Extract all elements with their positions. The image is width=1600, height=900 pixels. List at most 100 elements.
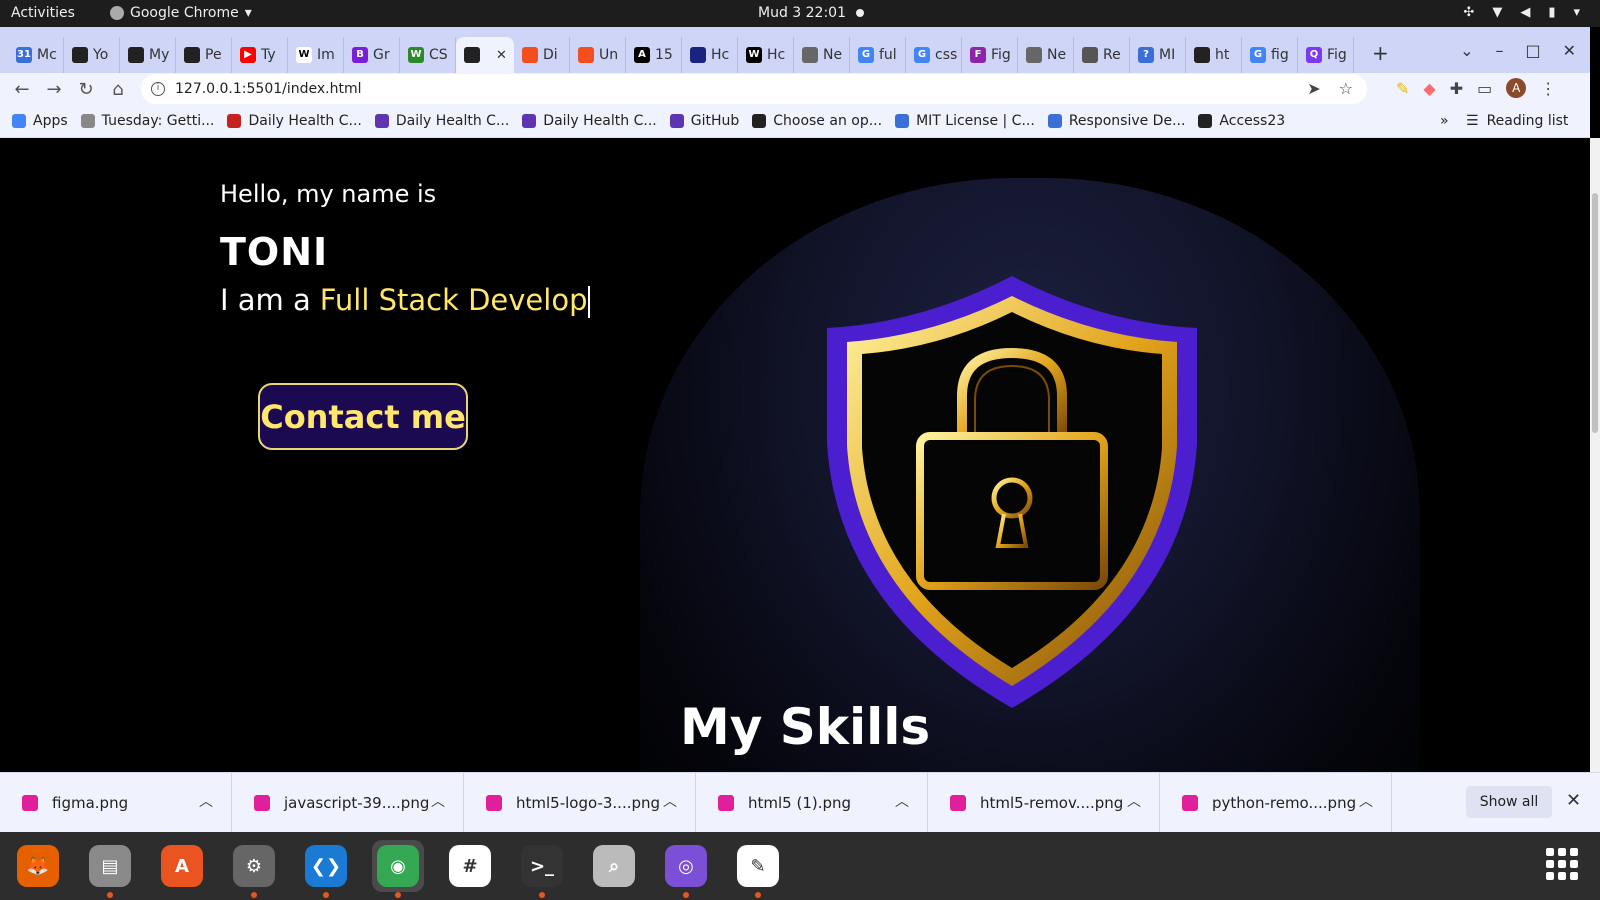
browser-tab[interactable]: ✕ [456, 37, 514, 73]
forward-button[interactable]: → [38, 79, 70, 100]
bookmark-star-icon[interactable]: ☆ [1339, 79, 1353, 98]
dock-network-icon[interactable]: ◎ [660, 840, 712, 898]
home-button[interactable]: ⌂ [102, 79, 134, 100]
tab-title: Pe [205, 47, 222, 63]
bookmark-item[interactable]: Responsive De... [1047, 113, 1185, 129]
browser-tab[interactable]: ▶ Ty [232, 37, 288, 73]
download-options-chevron-icon[interactable]: ︿ [1127, 791, 1141, 811]
power-menu-icon[interactable]: ▾ [1573, 5, 1580, 20]
browser-tab[interactable]: Pe [176, 37, 232, 73]
download-item[interactable]: javascript-39....png ︿ [232, 772, 464, 833]
slack-tray-icon[interactable]: ✣ [1463, 5, 1474, 20]
download-options-chevron-icon[interactable]: ︿ [1359, 791, 1373, 811]
site-info-icon[interactable]: i [151, 82, 165, 96]
browser-tab[interactable]: Gful [850, 37, 906, 73]
page-scrollbar[interactable] [1590, 138, 1600, 772]
download-item[interactable]: html5 (1).png ︿ [696, 772, 928, 833]
address-bar[interactable]: i 127.0.0.1:5501/index.html ➤ ☆ [141, 74, 1367, 104]
profile-avatar[interactable]: A [1506, 78, 1527, 98]
bookmark-item[interactable]: Daily Health C... [227, 113, 362, 129]
app-menu[interactable]: Google Chrome ▾ [110, 5, 252, 21]
browser-tab[interactable]: W Hc [738, 37, 794, 73]
download-filename: figma.png [52, 793, 129, 812]
browser-tab[interactable]: Yo [64, 37, 120, 73]
reload-button[interactable]: ↻ [70, 79, 102, 100]
reading-list-button[interactable]: ☰ Reading list [1466, 113, 1568, 129]
dock-slack-icon[interactable]: # [444, 840, 496, 892]
show-applications-icon[interactable] [1546, 848, 1578, 880]
browser-tab[interactable]: F Fig [962, 37, 1018, 73]
dock-text-editor-icon[interactable]: ✎ [732, 840, 784, 898]
browser-tab[interactable]: B Gr [344, 37, 400, 73]
show-all-downloads-button[interactable]: Show all [1466, 786, 1552, 818]
download-options-chevron-icon[interactable]: ︿ [431, 791, 445, 811]
back-button[interactable]: ← [6, 79, 38, 100]
dock-software-icon[interactable]: A [156, 840, 208, 892]
close-downloads-bar-button[interactable]: ✕ [1566, 790, 1581, 811]
dock-settings-icon[interactable]: ⚙ [228, 840, 280, 898]
browser-tab[interactable]: A 15 [626, 37, 682, 73]
bookmark-item[interactable]: Daily Health C... [522, 113, 657, 129]
browser-tab[interactable]: Gcss [906, 37, 962, 73]
tab-search-icon[interactable]: ⌄ [1460, 41, 1473, 60]
image-file-icon [950, 794, 966, 811]
bookmark-item[interactable]: Daily Health C... [374, 113, 509, 129]
browser-tab[interactable]: Di [514, 37, 570, 73]
activities-button[interactable]: Activities [11, 5, 75, 21]
scrollbar-thumb[interactable] [1592, 193, 1598, 433]
bookmarks-overflow-button[interactable]: » [1440, 113, 1449, 129]
browser-tab[interactable]: W Im [288, 37, 344, 73]
bookmark-item[interactable]: Access23 [1198, 113, 1285, 129]
browser-tab[interactable]: Hc [682, 37, 738, 73]
bookmark-favicon-icon [752, 114, 767, 128]
menu-kebab-icon[interactable]: ⋮ [1540, 79, 1556, 98]
new-tab-button[interactable]: + [1372, 41, 1389, 65]
bookmark-item[interactable]: Apps [12, 113, 68, 129]
close-tab-icon[interactable]: ✕ [496, 48, 507, 63]
browser-tab[interactable]: Q Fig [1298, 37, 1354, 73]
system-tray[interactable]: ✣ ▼ ◀ ▮ ▾ [1463, 5, 1580, 20]
download-item[interactable]: python-remo....png ︿ [1160, 772, 1392, 833]
dock-terminal-icon[interactable]: >_ [516, 840, 568, 898]
download-item[interactable]: figma.png ︿ [0, 772, 232, 833]
download-options-chevron-icon[interactable]: ︿ [895, 791, 909, 811]
browser-tab[interactable]: Ne [794, 37, 850, 73]
bookmark-favicon-icon [1198, 114, 1213, 128]
bookmark-item[interactable]: Choose an op... [752, 113, 882, 129]
browser-tab[interactable]: W CS [400, 37, 456, 73]
bookmark-item[interactable]: GitHub [669, 113, 739, 129]
tab-favicon-icon [464, 47, 480, 63]
browser-tab[interactable]: 31 Mc [8, 37, 64, 73]
download-options-chevron-icon[interactable]: ︿ [663, 791, 677, 811]
browser-tab[interactable]: My [120, 37, 176, 73]
clock[interactable]: Mud 3 22:01 [758, 5, 864, 21]
extension-icon[interactable]: ◆ [1423, 79, 1435, 98]
bookmark-item[interactable]: Tuesday: Getti... [80, 113, 214, 129]
browser-tab[interactable]: Un [570, 37, 626, 73]
browser-tab[interactable]: Re [1074, 37, 1130, 73]
download-item[interactable]: html5-logo-3....png ︿ [464, 772, 696, 833]
tab-title: fig [1271, 47, 1289, 63]
cast-icon[interactable]: ▭ [1477, 79, 1492, 98]
dock-files-icon[interactable]: ▤ [84, 840, 136, 898]
color-picker-extension-icon[interactable]: ✎ [1396, 79, 1409, 98]
dock-chrome-icon[interactable]: ◉ [372, 840, 424, 898]
browser-tab[interactable]: ht [1186, 37, 1242, 73]
puzzle-extensions-icon[interactable]: ✚ [1450, 79, 1463, 98]
maximize-button[interactable]: □ [1525, 41, 1540, 60]
browser-tab[interactable]: Ne [1018, 37, 1074, 73]
contact-me-button[interactable]: Contact me [258, 383, 468, 450]
browser-tab[interactable]: ? MI [1130, 37, 1186, 73]
tab-title: CS [429, 47, 448, 63]
dock-vscode-icon[interactable]: ❮❯ [300, 840, 352, 898]
minimize-button[interactable]: – [1495, 41, 1503, 60]
download-item[interactable]: html5-remov....png ︿ [928, 772, 1160, 833]
send-tab-icon[interactable]: ➤ [1307, 79, 1320, 98]
dock-firefox-icon[interactable]: 🦊 [12, 840, 64, 892]
browser-tab[interactable]: Gfig [1242, 37, 1298, 73]
dock-image-viewer-icon[interactable]: ⌕ [588, 840, 640, 892]
download-options-chevron-icon[interactable]: ︿ [199, 791, 213, 811]
bookmark-item[interactable]: MIT License | C... [895, 113, 1035, 129]
close-window-button[interactable]: ✕ [1563, 41, 1576, 60]
reading-list-label: Reading list [1486, 113, 1569, 129]
